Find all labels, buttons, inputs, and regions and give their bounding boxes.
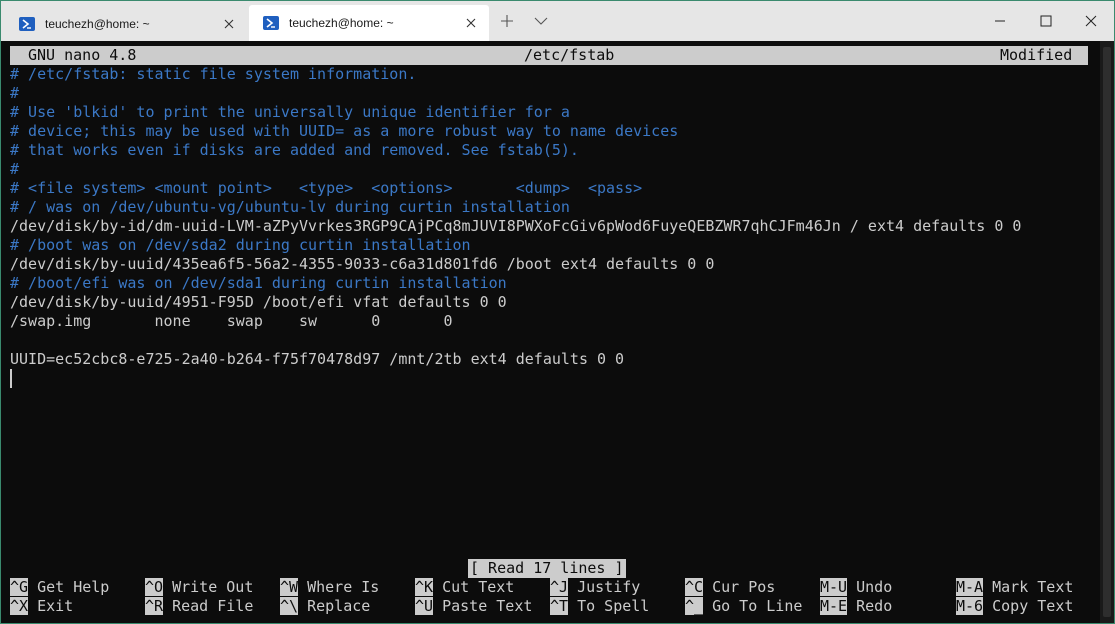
shortcut-key: M-A xyxy=(956,578,984,596)
file-line: UUID=ec52cbc8-e725-2a40-b264-f75f70478d9… xyxy=(10,350,625,368)
file-line: /dev/disk/by-uuid/435ea6f5-56a2-4355-903… xyxy=(10,255,715,273)
shortcut-label: Exit xyxy=(28,597,74,615)
file-line: # that works even if disks are added and… xyxy=(10,141,579,159)
shortcut-label: Paste Text xyxy=(433,597,533,615)
shortcut-key: M-U xyxy=(820,578,848,596)
modified-status: Modified xyxy=(1000,46,1073,64)
shortcut-item: ^G Get Help xyxy=(10,578,109,597)
close-icon[interactable] xyxy=(463,15,479,31)
shortcut-item: ^X Exit xyxy=(10,597,73,616)
tab-1[interactable]: teuchezh@home: ~ xyxy=(5,7,247,41)
maximize-icon[interactable] xyxy=(1023,1,1069,41)
file-line: # Use 'blkid' to print the universally u… xyxy=(10,103,570,121)
shortcut-key: M-E xyxy=(820,597,848,615)
tab-2[interactable]: teuchezh@home: ~ xyxy=(249,5,489,41)
shortcut-item: ^C Cur Pos xyxy=(685,578,775,597)
nano-version: GNU nano 4.8 xyxy=(28,46,137,64)
shortcut-item: M-U Undo xyxy=(820,578,892,597)
tab-label: teuchezh@home: ~ xyxy=(289,16,394,30)
file-line: # xyxy=(10,160,20,178)
shortcut-label: Cur Pos xyxy=(703,578,776,596)
shortcut-label: Where Is xyxy=(298,578,380,596)
shortcut-item: ^J Justify xyxy=(550,578,640,597)
file-line: # xyxy=(10,84,20,102)
file-line: /swap.img none swap sw 0 0 xyxy=(10,312,453,330)
terminal-window: teuchezh@home: ~ teuchezh@home: ~ GNU na… xyxy=(0,0,1115,624)
shortcut-key: ^\ xyxy=(280,597,299,615)
shortcut-label: To Spell xyxy=(568,597,650,615)
shortcut-key: ^_ xyxy=(685,597,704,615)
shortcut-item: ^W Where Is xyxy=(280,578,379,597)
shortcut-label: Go To Line xyxy=(703,597,803,615)
shortcut-key: ^U xyxy=(415,597,434,615)
shortcut-key: ^K xyxy=(415,578,434,596)
nano-header: GNU nano 4.8 /etc/fstab Modified xyxy=(10,46,1088,65)
scrollbar[interactable] xyxy=(1100,41,1114,623)
shortcut-key: ^G xyxy=(10,578,29,596)
status-message: [ Read 17 lines ] xyxy=(468,559,626,578)
shortcut-label: Justify xyxy=(568,578,641,596)
file-line: # / was on /dev/ubuntu-vg/ubuntu-lv duri… xyxy=(10,198,570,216)
shortcut-key: ^T xyxy=(550,597,569,615)
file-name: /etc/fstab xyxy=(524,46,615,64)
tab-label: teuchezh@home: ~ xyxy=(45,17,150,31)
shortcut-item: M-6 Copy Text xyxy=(956,597,1073,616)
close-window-icon[interactable] xyxy=(1068,1,1114,41)
shortcut-key: ^W xyxy=(280,578,299,596)
shortcut-item: ^R Read File xyxy=(145,597,253,616)
file-line: # <file system> <mount point> <type> <op… xyxy=(10,179,643,197)
terminal-area[interactable]: GNU nano 4.8 /etc/fstab Modified # /etc/… xyxy=(1,41,1114,623)
file-line: # /boot/efi was on /dev/sda1 during curt… xyxy=(10,274,507,292)
shortcut-label: Replace xyxy=(298,597,371,615)
shortcut-label: Redo xyxy=(847,597,893,615)
shortcut-label: Copy Text xyxy=(983,597,1074,615)
shortcut-label: Mark Text xyxy=(983,578,1074,596)
file-line: # /boot was on /dev/sda2 during curtin i… xyxy=(10,236,471,254)
shortcut-label: Cut Text xyxy=(433,578,515,596)
shortcut-key: M-6 xyxy=(956,597,984,615)
file-line: # device; this may be used with UUID= as… xyxy=(10,122,679,140)
shortcut-item: M-E Redo xyxy=(820,597,892,616)
shortcut-label: Get Help xyxy=(28,578,110,596)
shortcut-key: ^X xyxy=(10,597,29,615)
plus-icon[interactable] xyxy=(493,7,521,35)
file-line: # /etc/fstab: static file system informa… xyxy=(10,65,417,83)
file-line: /dev/disk/by-uuid/4951-F95D /boot/efi vf… xyxy=(10,293,507,311)
shortcut-key: ^R xyxy=(145,597,164,615)
shortcut-key: ^C xyxy=(685,578,704,596)
powershell-icon xyxy=(263,16,279,30)
file-line: /dev/disk/by-id/dm-uuid-LVM-aZPyVvrkes3R… xyxy=(10,217,1022,235)
shortcut-label: Write Out xyxy=(163,578,254,596)
shortcut-item: ^K Cut Text xyxy=(415,578,514,597)
minimize-icon[interactable] xyxy=(977,1,1023,41)
shortcut-label: Read File xyxy=(163,597,254,615)
title-bar: teuchezh@home: ~ teuchezh@home: ~ xyxy=(1,1,1114,41)
powershell-icon xyxy=(19,17,35,31)
close-icon[interactable] xyxy=(221,16,237,32)
shortcut-key: ^J xyxy=(550,578,569,596)
scrollbar-thumb[interactable] xyxy=(1103,47,1111,617)
shortcut-item: ^O Write Out xyxy=(145,578,253,597)
shortcut-item: ^_ Go To Line xyxy=(685,597,802,616)
shortcut-item: ^T To Spell xyxy=(550,597,649,616)
chevron-down-icon[interactable] xyxy=(527,7,555,35)
shortcut-label: Undo xyxy=(847,578,893,596)
shortcut-item: M-A Mark Text xyxy=(956,578,1073,597)
text-cursor xyxy=(10,369,12,388)
shortcut-item: ^U Paste Text xyxy=(415,597,532,616)
shortcut-key: ^O xyxy=(145,578,164,596)
shortcut-item: ^\ Replace xyxy=(280,597,370,616)
